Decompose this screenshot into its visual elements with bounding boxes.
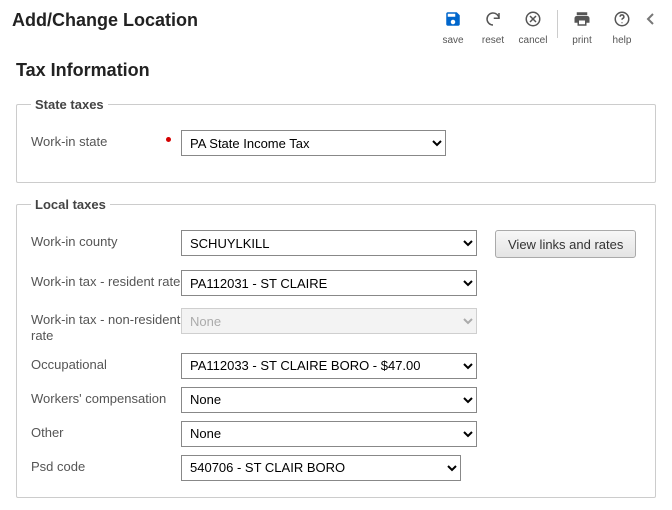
other-label: Other (31, 421, 181, 441)
nonresident-rate-label: Work-in tax - non-resident rate (31, 308, 181, 345)
required-indicator (166, 137, 171, 142)
toolbar-separator (557, 10, 558, 38)
print-label: print (572, 35, 591, 46)
cancel-label: cancel (519, 35, 548, 46)
print-button[interactable]: print (562, 10, 602, 46)
toolbar: save reset cancel print (433, 10, 660, 46)
work-in-state-label-text: Work-in state (31, 134, 107, 149)
work-in-state-select[interactable]: PA State Income Tax (181, 130, 446, 156)
resident-rate-select[interactable]: PA112031 - ST CLAIRE (181, 270, 477, 296)
reset-button[interactable]: reset (473, 10, 513, 46)
work-in-state-label: Work-in state (31, 130, 181, 150)
collapse-chevron[interactable] (642, 10, 660, 26)
work-in-county-label: Work-in county (31, 230, 181, 250)
other-select[interactable]: None (181, 421, 477, 447)
nonresident-rate-select: None (181, 308, 477, 334)
local-taxes-group: Local taxes Work-in county SCHUYLKILL Vi… (16, 197, 656, 498)
help-label: help (613, 35, 632, 46)
resident-rate-label: Work-in tax - resident rate (31, 270, 181, 290)
header: Add/Change Location save reset cancel (0, 0, 672, 50)
save-label: save (442, 35, 463, 46)
workers-comp-select[interactable]: None (181, 387, 477, 413)
save-button[interactable]: save (433, 10, 473, 46)
section-title: Tax Information (0, 50, 672, 89)
reset-label: reset (482, 35, 504, 46)
page-title: Add/Change Location (12, 10, 433, 31)
view-links-rates-button[interactable]: View links and rates (495, 230, 636, 258)
occupational-select[interactable]: PA112033 - ST CLAIRE BORO - $47.00 (181, 353, 477, 379)
cancel-icon (524, 10, 542, 33)
work-in-county-select[interactable]: SCHUYLKILL (181, 230, 477, 256)
help-icon (613, 10, 631, 33)
cancel-button[interactable]: cancel (513, 10, 553, 46)
save-icon (444, 10, 462, 33)
state-taxes-group: State taxes Work-in state PA State Incom… (16, 97, 656, 183)
print-icon (573, 10, 591, 33)
workers-comp-label: Workers' compensation (31, 387, 181, 407)
help-button[interactable]: help (602, 10, 642, 46)
psd-code-label: Psd code (31, 455, 181, 475)
occupational-label: Occupational (31, 353, 181, 373)
local-taxes-legend: Local taxes (31, 197, 110, 212)
app-window: Add/Change Location save reset cancel (0, 0, 672, 510)
refresh-icon (484, 10, 502, 33)
state-taxes-legend: State taxes (31, 97, 108, 112)
psd-code-select[interactable]: 540706 - ST CLAIR BORO (181, 455, 461, 481)
